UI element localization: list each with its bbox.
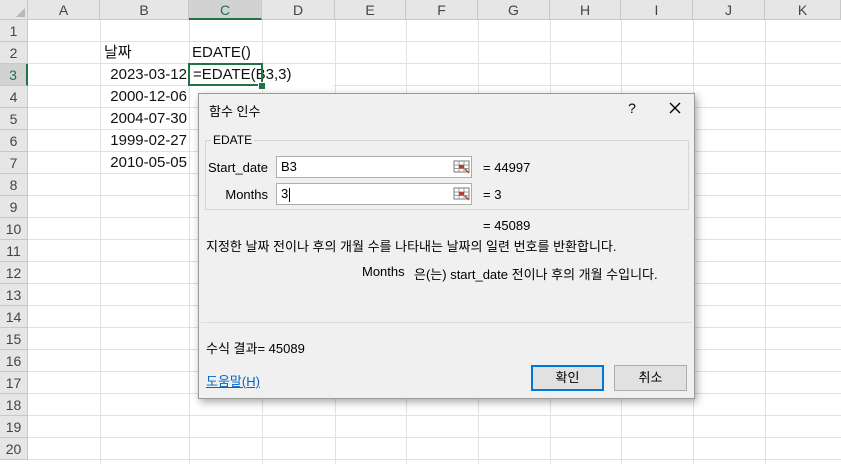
column-header-j[interactable]: J [693, 0, 765, 20]
function-description: 지정한 날짜 전이나 후의 개월 수를 나타내는 날짜의 일련 번호를 반환합니… [206, 239, 617, 254]
row-header-20[interactable]: 20 [0, 438, 28, 460]
select-all-corner[interactable] [0, 0, 28, 20]
column-header-i[interactable]: I [621, 0, 693, 20]
row-header-2[interactable]: 2 [0, 42, 28, 64]
row-header-7[interactable]: 7 [0, 152, 28, 174]
active-cell-border [188, 63, 263, 86]
column-header-d[interactable]: D [262, 0, 335, 20]
start-date-input[interactable]: B3 [276, 156, 472, 178]
cell-b4[interactable]: 2000-12-06 [101, 86, 187, 108]
cell-c2[interactable]: EDATE() [192, 42, 262, 64]
function-arguments-dialog: 함수 인수 ? EDATE Start_date B3 = 44997 Mont… [198, 93, 695, 399]
dialog-separator [201, 322, 692, 323]
close-button[interactable] [664, 97, 686, 119]
function-name-label: EDATE [211, 133, 255, 147]
ok-button[interactable]: 확인 [531, 365, 604, 391]
column-header-e[interactable]: E [335, 0, 406, 20]
function-result-value: = 45089 [483, 218, 531, 233]
range-select-icon [453, 160, 470, 174]
argument-name: Months [362, 264, 405, 279]
row-header-10[interactable]: 10 [0, 218, 28, 240]
column-header-g[interactable]: G [478, 0, 550, 20]
row-header-11[interactable]: 11 [0, 240, 28, 262]
column-header-a[interactable]: A [28, 0, 100, 20]
formula-result: 수식 결과= 45089 [206, 341, 305, 356]
row-header-13[interactable]: 13 [0, 284, 28, 306]
row-header-4[interactable]: 4 [0, 86, 28, 108]
help-button[interactable]: ? [623, 98, 641, 118]
row-header-6[interactable]: 6 [0, 130, 28, 152]
row-header-19[interactable]: 19 [0, 416, 28, 438]
cell-b3[interactable]: 2023-03-12 [101, 64, 187, 86]
row-header-16[interactable]: 16 [0, 350, 28, 372]
range-select-icon [453, 187, 470, 201]
argument-description: 은(는) start_date 전이나 후의 개월 수입니다. [414, 267, 658, 282]
column-header-c[interactable]: C [189, 0, 262, 20]
start-date-label: Start_date [208, 160, 268, 175]
dialog-title: 함수 인수 [209, 104, 261, 119]
months-collapse-button[interactable] [452, 184, 471, 204]
row-header-1[interactable]: 1 [0, 20, 28, 42]
start-date-collapse-button[interactable] [452, 157, 471, 177]
months-label: Months [225, 187, 268, 202]
column-header-h[interactable]: H [550, 0, 621, 20]
row-header-12[interactable]: 12 [0, 262, 28, 284]
column-header-f[interactable]: F [406, 0, 478, 20]
cancel-button[interactable]: 취소 [614, 365, 687, 391]
fill-handle[interactable] [258, 82, 266, 90]
months-value: = 3 [483, 187, 502, 202]
column-header-b[interactable]: B [100, 0, 189, 20]
cell-b2[interactable]: 날짜 [104, 42, 188, 64]
cell-b6[interactable]: 1999-02-27 [101, 130, 187, 152]
row-header-3[interactable]: 3 [0, 64, 28, 86]
row-header-5[interactable]: 5 [0, 108, 28, 130]
row-header-14[interactable]: 14 [0, 306, 28, 328]
row-header-9[interactable]: 9 [0, 196, 28, 218]
help-link[interactable]: 도움말(H) [206, 371, 260, 390]
row-header-15[interactable]: 15 [0, 328, 28, 350]
months-input[interactable]: 3 [276, 183, 472, 205]
column-header-k[interactable]: K [765, 0, 841, 20]
row-header-17[interactable]: 17 [0, 372, 28, 394]
cell-b7[interactable]: 2010-05-05 [101, 152, 187, 174]
cell-b5[interactable]: 2004-07-30 [101, 108, 187, 130]
start-date-value: = 44997 [483, 160, 531, 175]
close-icon [669, 102, 681, 114]
row-header-8[interactable]: 8 [0, 174, 28, 196]
row-header-18[interactable]: 18 [0, 394, 28, 416]
